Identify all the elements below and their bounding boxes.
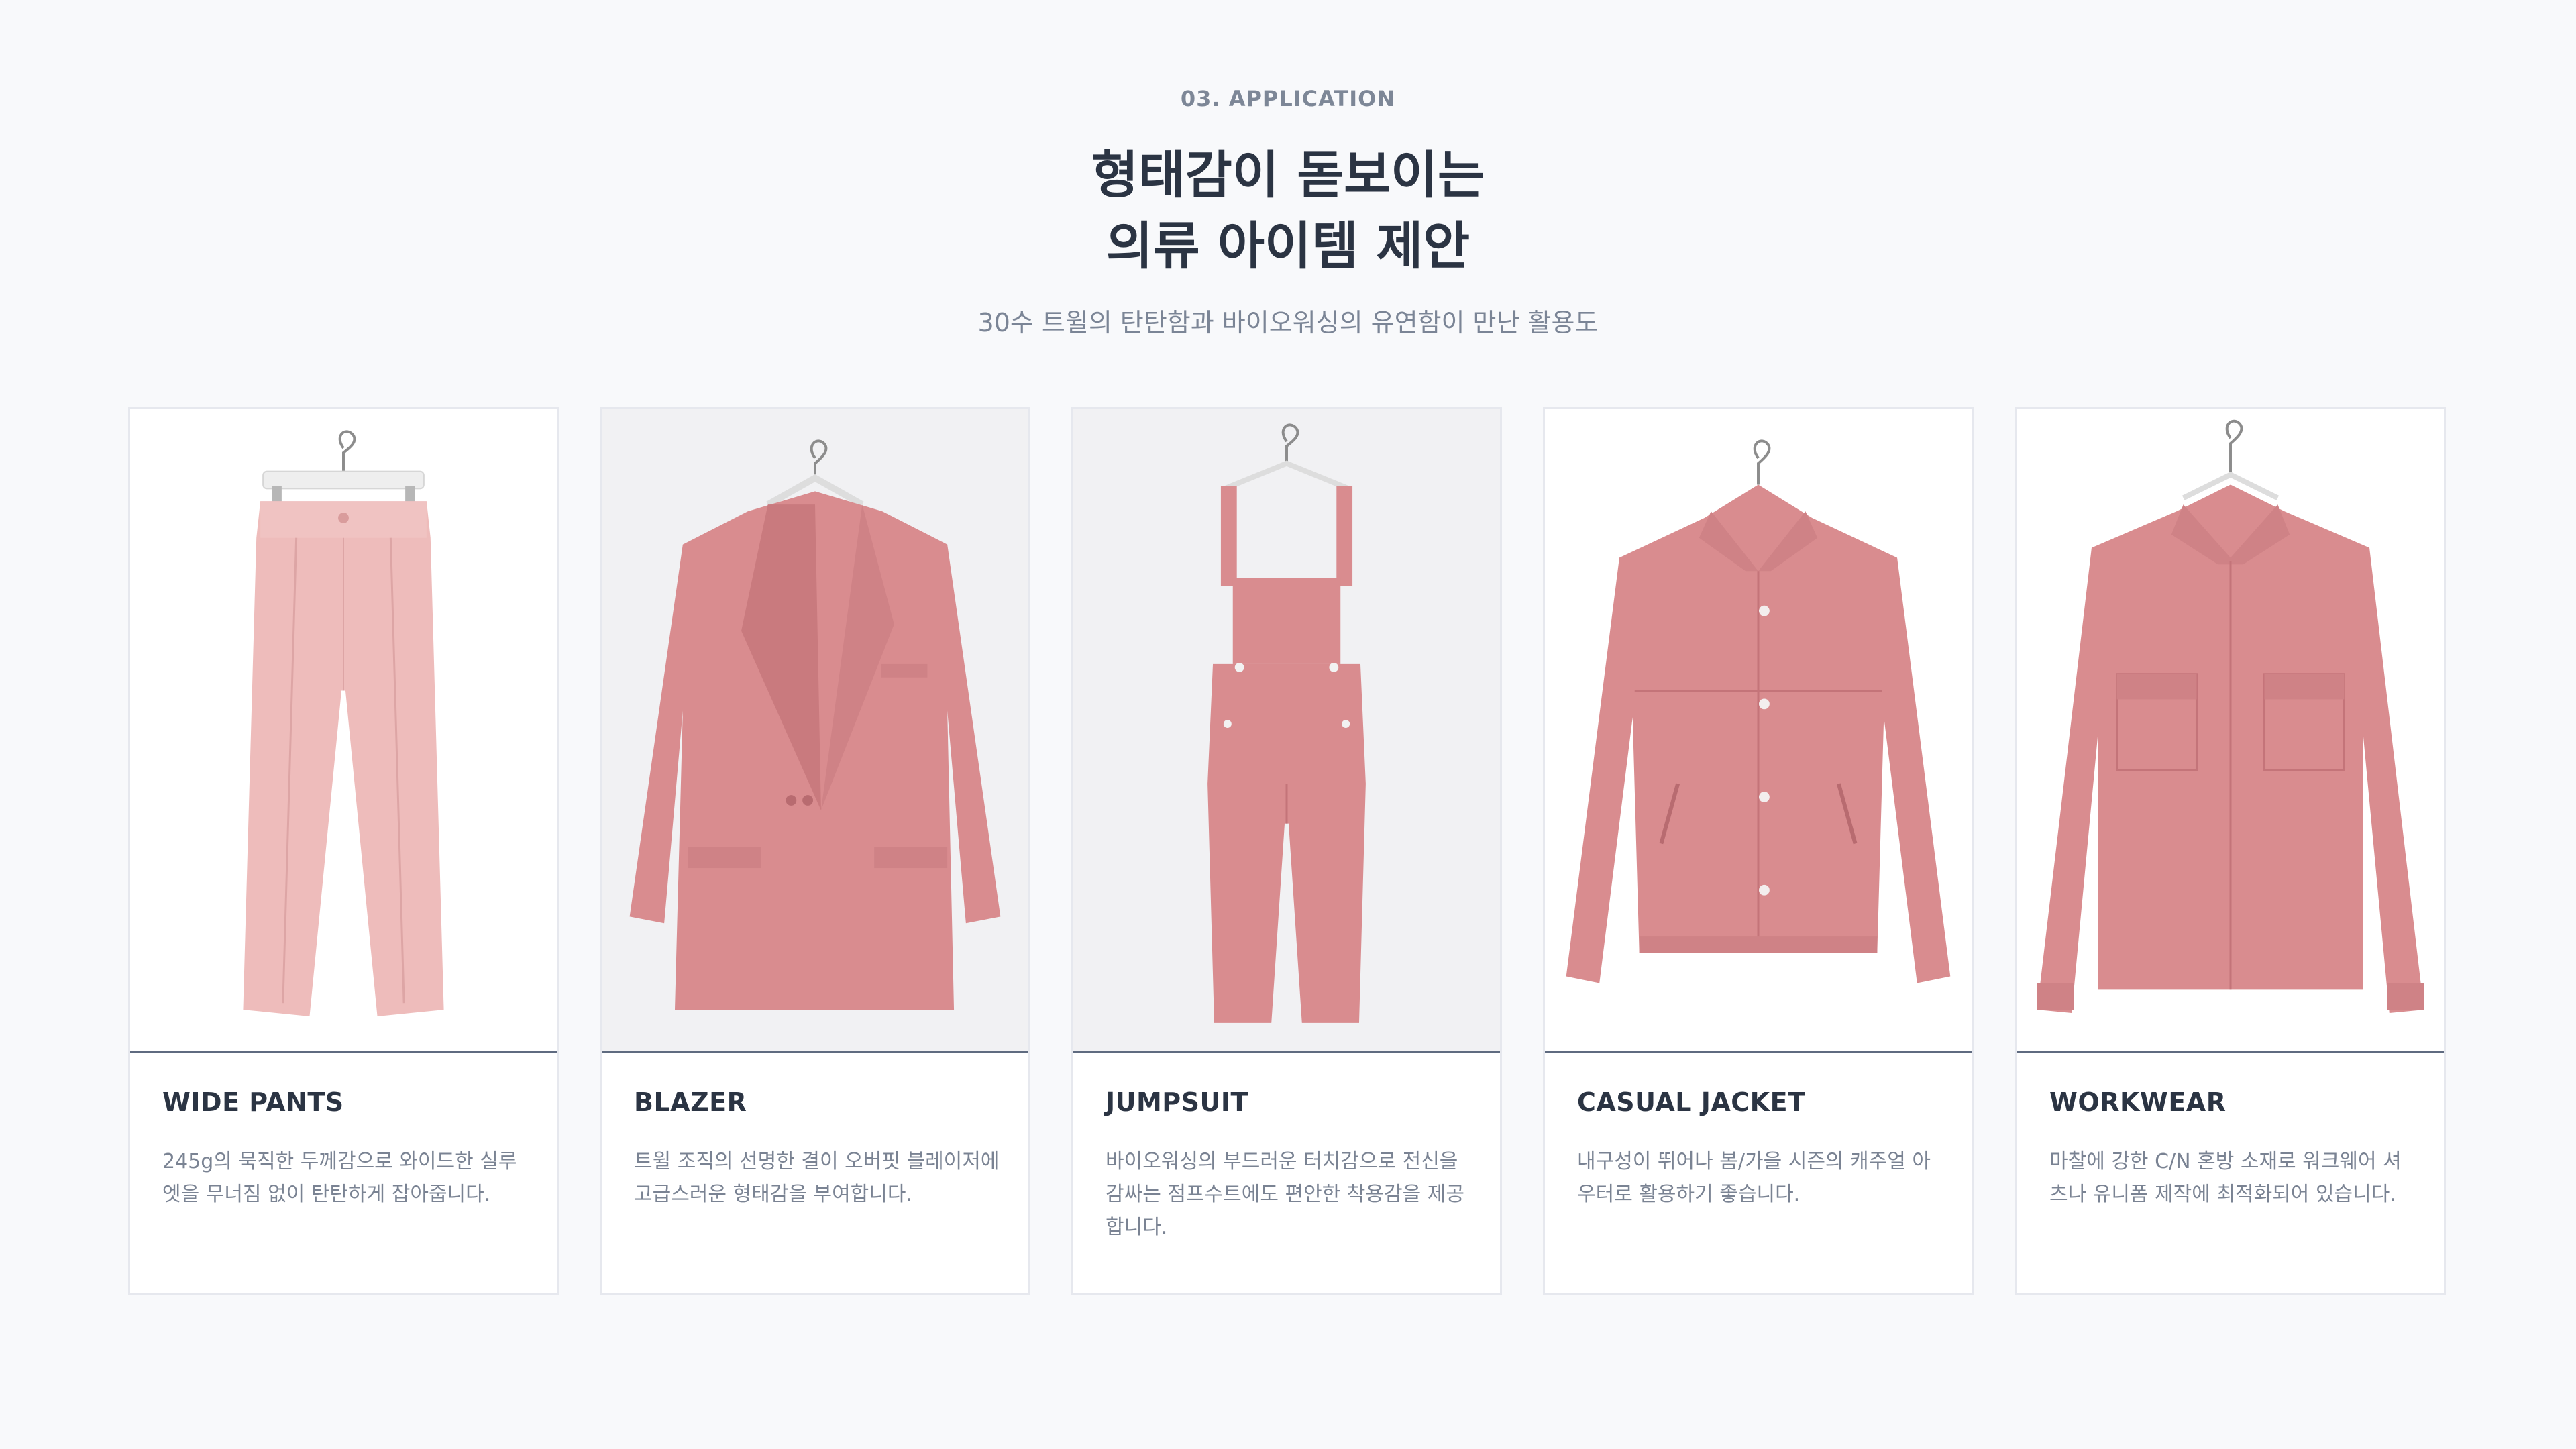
blazer-image xyxy=(602,409,1028,1051)
card-divider xyxy=(1073,1051,1500,1053)
card-description: 내구성이 뛰어나 봄/가을 시즌의 캐주얼 아우터로 활용하기 좋습니다. xyxy=(1577,1150,1931,1206)
product-card-jumpsuit: JUMPSUIT 바이오워싱의 부드러운 터치감으로 전신을 감싸는 점프수트에… xyxy=(1071,407,1502,1295)
product-card-casual-jacket: CASUAL JACKET 내구성이 뛰어나 봄/가을 시즌의 캐주얼 아우터로… xyxy=(1543,407,1974,1295)
card-divider xyxy=(1545,1051,1972,1053)
workwear-shirt-on-hanger-icon xyxy=(2037,419,2424,1014)
blazer-on-hanger-icon xyxy=(629,439,1001,1010)
card-divider xyxy=(130,1051,557,1053)
wide-pants-image xyxy=(130,409,557,1051)
card-title: WIDE PANTS xyxy=(162,1087,344,1117)
page-title: 형태감이 돋보이는 의류 아이템 제안 xyxy=(0,140,2576,282)
jumpsuit-image xyxy=(1073,409,1500,1051)
section-eyebrow: 03. APPLICATION xyxy=(1180,86,1396,111)
card-title: JUMPSUIT xyxy=(1106,1087,1248,1117)
card-divider xyxy=(602,1051,1028,1053)
application-page: 03. APPLICATION 형태감이 돋보이는 의류 아이템 제안 30수 … xyxy=(0,0,2576,1449)
product-card-blazer: BLAZER 트윌 조직의 선명한 결이 오버핏 블레이저에 고급스러운 형태감… xyxy=(600,407,1030,1295)
casual-jacket-image xyxy=(1545,409,1972,1051)
page-title-line-1: 형태감이 돋보이는 xyxy=(1091,145,1485,205)
card-title: CASUAL JACKET xyxy=(1577,1087,1806,1117)
card-description: 245g의 묵직한 두께감으로 와이드한 실루엣을 무너짐 없이 탄탄하게 잡아… xyxy=(162,1150,517,1206)
workwear-image xyxy=(2017,409,2444,1051)
card-divider xyxy=(2017,1051,2444,1053)
product-card-wide-pants: WIDE PANTS 245g의 묵직한 두께감으로 와이드한 실루엣을 무너짐… xyxy=(128,407,559,1295)
card-description: 트윌 조직의 선명한 결이 오버핏 블레이저에 고급스러운 형태감을 부여합니다… xyxy=(634,1150,1000,1206)
product-card-workwear: WORKWEAR 마찰에 강한 C/N 혼방 소재로 워크웨어 셔츠나 유니폼 … xyxy=(2015,407,2446,1295)
card-title: WORKWEAR xyxy=(2049,1087,2226,1117)
page-subtitle: 30수 트윌의 탄탄함과 바이오워싱의 유연함이 만난 활용도 xyxy=(977,308,1599,337)
product-card-list: WIDE PANTS 245g의 묵직한 두께감으로 와이드한 실루엣을 무너짐… xyxy=(128,407,2448,1297)
card-title: BLAZER xyxy=(634,1087,747,1117)
casual-jacket-on-hanger-icon xyxy=(1566,439,1951,983)
card-description: 마찰에 강한 C/N 혼방 소재로 워크웨어 셔츠나 유니폼 제작에 최적화되어… xyxy=(2049,1150,2402,1206)
page-title-line-2: 의류 아이템 제안 xyxy=(1106,216,1470,276)
jumpsuit-on-hanger-icon xyxy=(1208,423,1366,1023)
card-description: 바이오워싱의 부드러운 터치감으로 전신을 감싸는 점프수트에도 편안한 착용감… xyxy=(1106,1150,1464,1239)
wide-pants-on-hanger-icon xyxy=(243,430,444,1016)
